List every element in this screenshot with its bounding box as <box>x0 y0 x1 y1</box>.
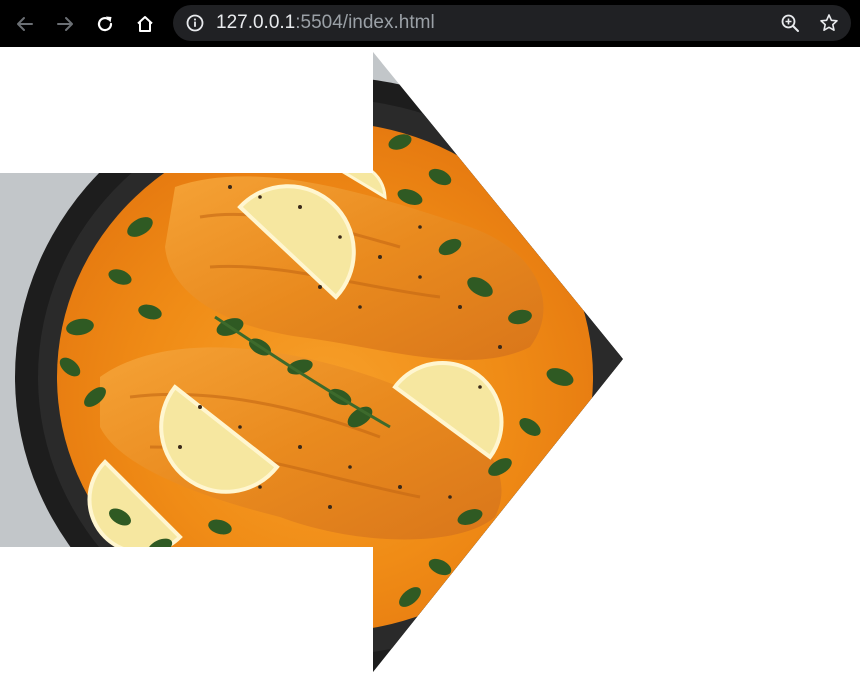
salmon-curry-arrow-image <box>0 52 623 672</box>
star-icon <box>820 14 838 31</box>
browser-toolbar: 127.0.0.1:5504/index.html <box>0 0 860 47</box>
forward-button[interactable] <box>49 8 81 40</box>
zoom-in-icon <box>781 14 799 32</box>
home-button[interactable] <box>129 8 161 40</box>
arrow-left-icon <box>17 17 33 31</box>
url-host: 127.0.0.1 <box>216 12 296 33</box>
reload-button[interactable] <box>89 8 121 40</box>
reload-icon <box>97 16 113 32</box>
bookmark-button[interactable] <box>816 10 842 36</box>
arrow-right-icon <box>57 17 73 31</box>
page-viewport <box>0 47 860 686</box>
url-path: :5504/index.html <box>295 12 435 33</box>
url-text[interactable]: 127.0.0.1:5504/index.html <box>216 12 435 34</box>
zoom-button[interactable] <box>777 10 803 36</box>
back-button[interactable] <box>9 8 41 40</box>
home-icon <box>137 16 153 32</box>
address-bar[interactable]: 127.0.0.1:5504/index.html <box>173 5 851 41</box>
info-icon[interactable] <box>186 14 204 32</box>
